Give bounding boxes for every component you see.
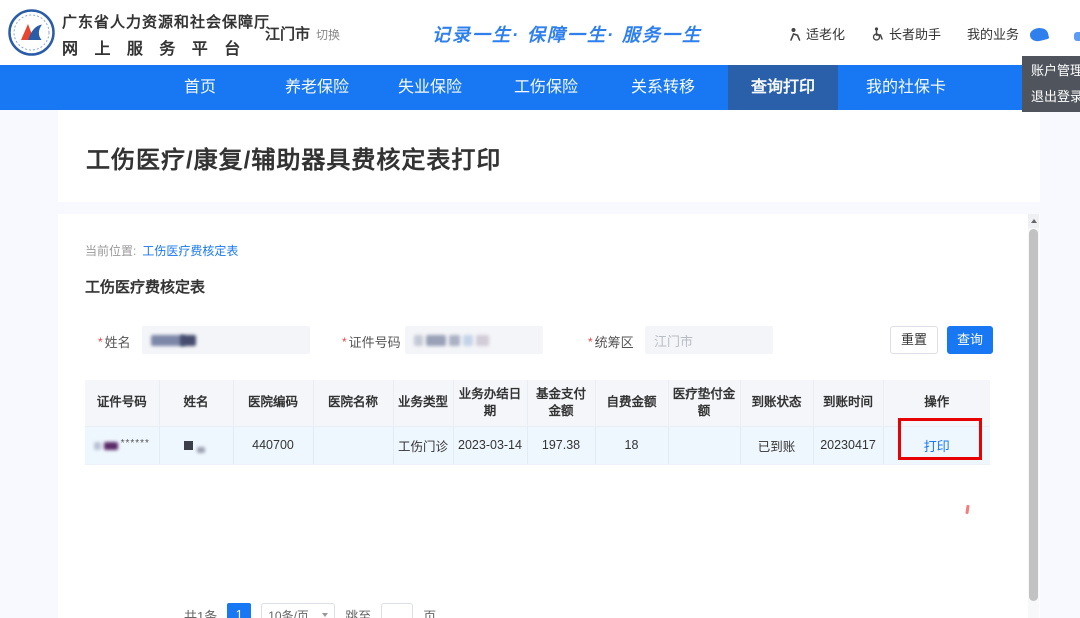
col-arrival-time: 到账时间 — [813, 380, 883, 426]
edge-widget-icon[interactable] — [1074, 32, 1080, 41]
nav-item-pension[interactable]: 养老保险 — [262, 65, 372, 110]
col-fund-amount: 基金支付金额 — [527, 380, 595, 426]
site-slogan: 记录一生· 保障一生· 服务一生 — [432, 21, 702, 47]
cell-self-amount: 18 — [595, 426, 668, 464]
section-title: 工伤医疗费核定表 — [85, 276, 205, 297]
region-value: 江门市 — [654, 331, 693, 350]
title-bar: 工伤医疗/康复/辅助器具费核定表打印 — [58, 110, 1040, 202]
id-number-input[interactable] — [405, 326, 543, 354]
nav-item-social-card[interactable]: 我的社保卡 — [841, 65, 971, 110]
col-name: 姓名 — [159, 380, 233, 426]
reset-button[interactable]: 重置 — [890, 326, 938, 354]
col-id-number: 证件号码 — [85, 380, 159, 426]
region-field-label: *统筹区 — [588, 332, 634, 351]
breadcrumb: 当前位置: 工伤医疗费核定表 — [85, 242, 238, 259]
results-table: 证件号码 姓名 医院编码 医院名称 业务类型 业务办结日期 基金支付金额 自费金… — [85, 380, 990, 465]
col-business-type: 业务类型 — [393, 380, 453, 426]
menu-item-account[interactable]: 账户管理 — [1022, 58, 1080, 84]
cell-arrival-status: 已到账 — [740, 426, 813, 464]
org-title-block: 广东省人力资源和社会保障厅 网 上 服 务 平 台 — [62, 11, 270, 59]
nav-item-transfer[interactable]: 关系转移 — [608, 65, 718, 110]
col-action: 操作 — [883, 380, 990, 426]
org-name: 广东省人力资源和社会保障厅 — [62, 11, 270, 32]
page-size-select[interactable]: 10条/页 — [261, 603, 335, 618]
scrollbar-up-button[interactable] — [1028, 214, 1039, 228]
jump-page-input[interactable] — [381, 603, 413, 618]
cell-settle-date: 2023-03-14 — [453, 426, 527, 464]
cell-hospital-name — [313, 426, 393, 464]
jump-prefix: 跳至 — [345, 606, 371, 618]
platform-name: 网 上 服 务 平 台 — [62, 35, 270, 59]
col-hospital-name: 医院名称 — [313, 380, 393, 426]
pagination: 共1条 1 10条/页 跳至 页 — [184, 603, 436, 618]
col-hospital-code: 医院编码 — [233, 380, 313, 426]
elder-mode-label: 适老化 — [806, 24, 845, 43]
required-mark: * — [98, 335, 103, 349]
wheelchair-icon — [871, 27, 885, 41]
page-size-value: 10条/页 — [268, 607, 309, 618]
name-field-label: *姓名 — [98, 332, 131, 351]
col-arrival-status: 到账状态 — [740, 380, 813, 426]
current-city: 江门市 — [265, 26, 310, 43]
gov-logo-icon — [8, 9, 55, 56]
id-field-label: *证件号码 — [342, 332, 401, 351]
breadcrumb-prefix: 当前位置: — [85, 244, 136, 258]
my-business-link[interactable]: 我的业务 — [967, 24, 1019, 43]
cell-arrival-time: 20230417 — [813, 426, 883, 464]
table-row: ****** 440700 工伤门诊 2023-03-14 197.38 18 … — [85, 426, 990, 464]
mascot-icon[interactable] — [1029, 26, 1050, 43]
elder-mode-link[interactable]: 适老化 — [788, 24, 845, 43]
pagination-total: 共1条 — [184, 606, 217, 618]
print-link[interactable]: 打印 — [924, 439, 950, 454]
elder-helper-label: 长者助手 — [889, 24, 941, 43]
cell-id-number: ****** — [85, 426, 159, 464]
cell-fund-amount: 197.38 — [527, 426, 595, 464]
search-button[interactable]: 查询 — [947, 326, 993, 354]
switch-city-link[interactable]: 切换 — [316, 28, 340, 42]
elder-person-icon — [788, 27, 802, 41]
cell-advance-amount — [668, 426, 740, 464]
chevron-down-icon — [322, 613, 328, 617]
cell-business-type: 工伤门诊 — [393, 426, 453, 464]
nav-item-unemployment[interactable]: 失业保险 — [375, 65, 485, 110]
menu-item-logout[interactable]: 退出登录 — [1022, 84, 1080, 110]
gov-logo[interactable] — [8, 9, 55, 56]
col-self-amount: 自费金额 — [595, 380, 668, 426]
header-quick-links: 适老化 长者助手 我的业务 — [788, 24, 1019, 43]
col-settle-date: 业务办结日期 — [453, 380, 527, 426]
red-tick-mark — [965, 505, 969, 514]
site-header: 广东省人力资源和社会保障厅 网 上 服 务 平 台 江门市切换 记录一生· 保障… — [0, 0, 1080, 65]
user-dropdown-menu: 账户管理 退出登录 — [1022, 56, 1080, 112]
cell-name — [159, 426, 233, 464]
nav-item-work-injury[interactable]: 工伤保险 — [491, 65, 601, 110]
jump-suffix: 页 — [423, 606, 436, 618]
col-advance-amount: 医疗垫付金额 — [668, 380, 740, 426]
city-selector: 江门市切换 — [265, 23, 340, 44]
main-nav: 首页 养老保险 失业保险 工伤保险 关系转移 查询打印 我的社保卡 — [0, 65, 1080, 110]
nav-item-query-print[interactable]: 查询打印 — [728, 65, 838, 110]
elder-helper-link[interactable]: 长者助手 — [871, 24, 941, 43]
breadcrumb-current-link[interactable]: 工伤医疗费核定表 — [142, 244, 238, 258]
masked-name-block — [184, 441, 193, 450]
page-title: 工伤医疗/康复/辅助器具费核定表打印 — [86, 140, 501, 175]
region-input[interactable]: 江门市 — [645, 326, 773, 354]
scrollbar-thumb[interactable] — [1029, 229, 1038, 601]
pagination-page-1[interactable]: 1 — [227, 603, 251, 618]
panel-scrollbar — [1028, 214, 1039, 618]
cell-action: 打印 — [883, 426, 990, 464]
my-business-label: 我的业务 — [967, 24, 1019, 43]
table-header-row: 证件号码 姓名 医院编码 医院名称 业务类型 业务办结日期 基金支付金额 自费金… — [85, 380, 990, 426]
arrow-up-icon — [1031, 219, 1037, 223]
nav-item-home[interactable]: 首页 — [150, 65, 250, 110]
cell-hospital-code: 440700 — [233, 426, 313, 464]
content-panel: 当前位置:工伤医疗费核定表 工伤医疗费核定表 *姓名 *证件号码 *统筹区 江门… — [58, 214, 1040, 618]
name-input[interactable] — [142, 326, 310, 354]
